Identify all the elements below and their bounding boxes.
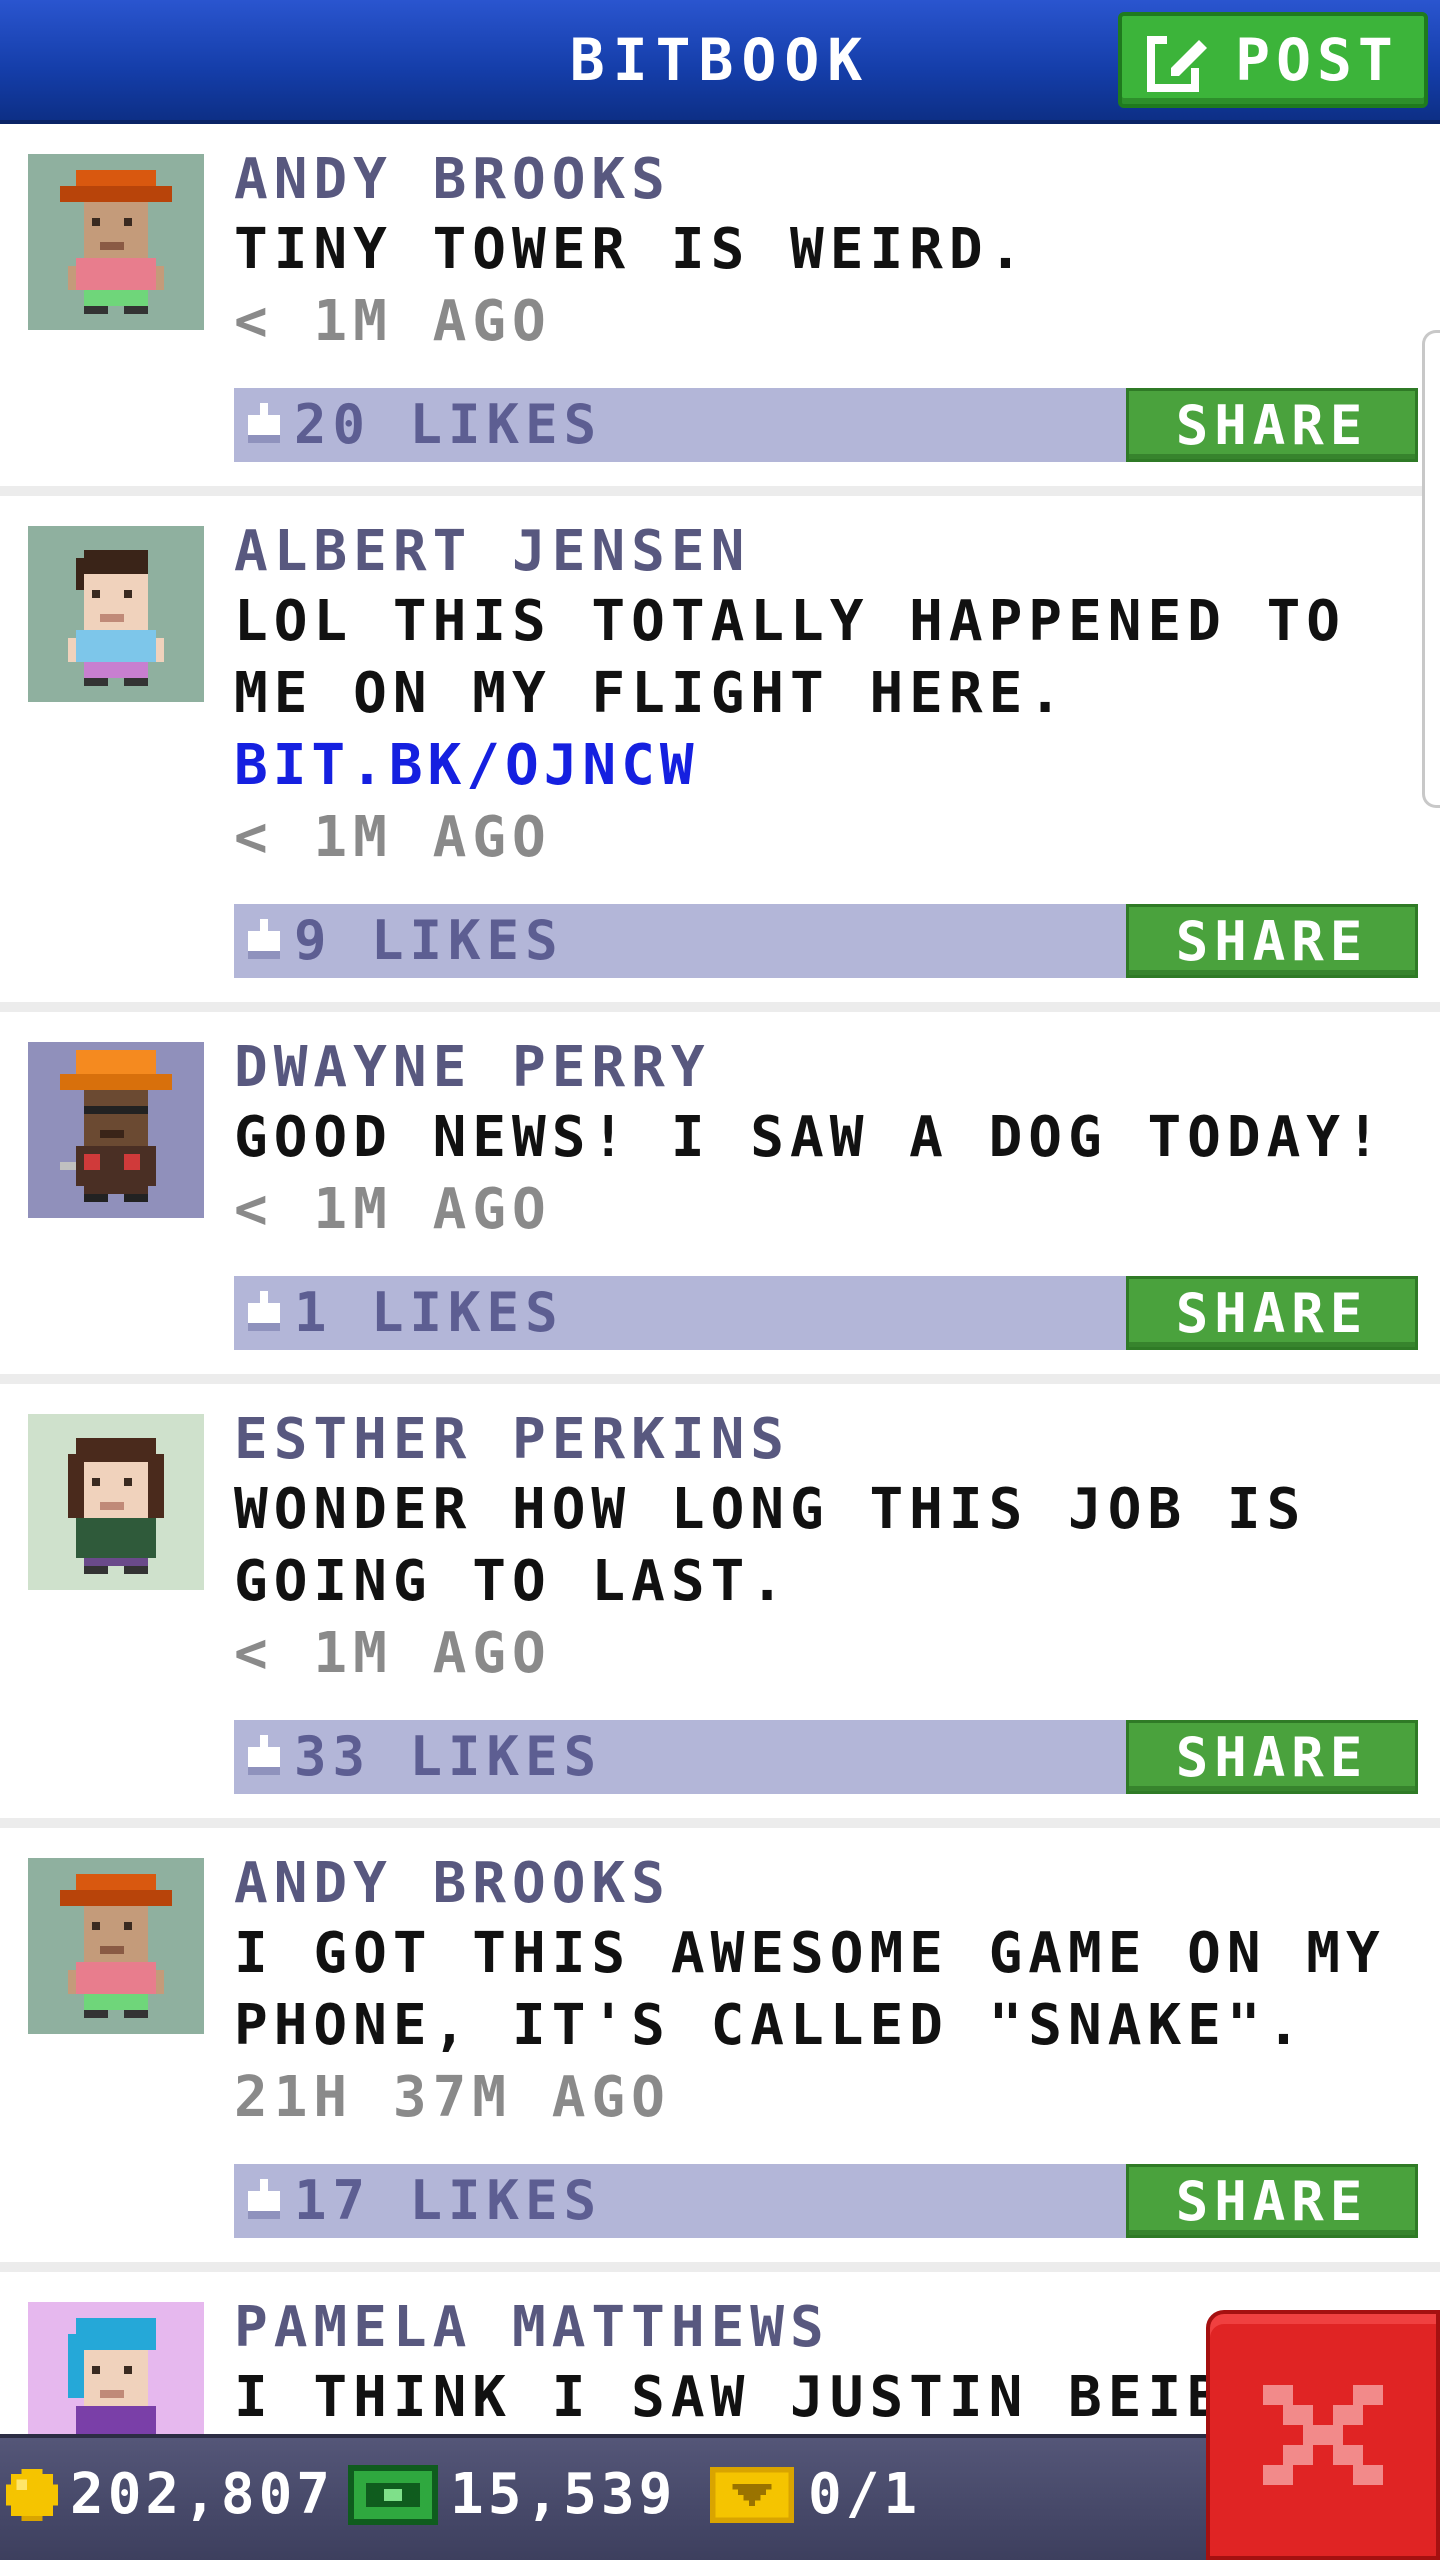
likes-count: 1 LIKES: [294, 1281, 564, 1344]
like-button[interactable]: 20 LIKES: [234, 388, 834, 462]
post-actions-bar: 1 LIKES SHARE: [234, 1276, 1418, 1350]
post-actions-bar: 17 LIKES SHARE: [234, 2164, 1418, 2238]
bux-value: 15,539: [450, 2462, 677, 2527]
post-message: GOOD NEWS! I SAW A DOG TODAY!: [234, 1105, 1386, 1170]
post-author[interactable]: DWAYNE PERRY: [234, 1034, 1414, 1102]
post-button[interactable]: POST: [1118, 12, 1428, 108]
bux-stat: 15,539: [348, 2462, 676, 2527]
vip-value: 0/1: [808, 2462, 922, 2527]
dwayne-perry-avatar: [28, 1042, 204, 1218]
close-button[interactable]: [1206, 2310, 1440, 2560]
likes-count: 33 LIKES: [294, 1725, 603, 1788]
share-button[interactable]: SHARE: [1126, 388, 1418, 462]
post-author[interactable]: ALBERT JENSEN: [234, 518, 1414, 586]
post-author[interactable]: ESTHER PERKINS: [234, 1406, 1414, 1474]
share-button[interactable]: SHARE: [1126, 1720, 1418, 1794]
share-button[interactable]: SHARE: [1126, 904, 1418, 978]
share-button[interactable]: SHARE: [1126, 2164, 1418, 2238]
post-actions-bar: 33 LIKES SHARE: [234, 1720, 1418, 1794]
thumbs-up-icon: [234, 2164, 294, 2238]
coins-stat: 202,807: [6, 2462, 334, 2527]
esther-perkins-avatar: [28, 1414, 204, 1590]
post-author[interactable]: ANDY BROOKS: [234, 1850, 1414, 1918]
post-timestamp: 21H 37M AGO: [234, 2065, 671, 2130]
tower-bux-icon: [348, 2464, 438, 2526]
pamela-matthews-avatar: [28, 2302, 204, 2434]
post-content: ANDY BROOKS TINY TOWER IS WEIRD. < 1M AG…: [234, 146, 1418, 462]
post-actions-bar: 9 LIKES SHARE: [234, 904, 1418, 978]
share-button[interactable]: SHARE: [1126, 1276, 1418, 1350]
coin-icon: [6, 2468, 58, 2521]
bitbook-screen: BITBOOK POST ANDY BROOKS TINY TOWER IS W…: [0, 0, 1440, 2560]
coins-value: 202,807: [70, 2462, 335, 2527]
post-link[interactable]: BIT.BK/OJNCW: [234, 730, 1414, 802]
post-actions-bar: 20 LIKES SHARE: [234, 388, 1418, 462]
vip-stat: 0/1: [708, 2462, 921, 2527]
post-timestamp: < 1M AGO: [234, 1621, 552, 1686]
like-button[interactable]: 17 LIKES: [234, 2164, 834, 2238]
like-button[interactable]: 9 LIKES: [234, 904, 834, 978]
like-button[interactable]: 33 LIKES: [234, 1720, 834, 1794]
likes-count: 17 LIKES: [294, 2169, 603, 2232]
post-message: TINY TOWER IS WEIRD.: [234, 217, 1029, 282]
thumbs-up-icon: [234, 1276, 294, 1350]
post-timestamp: < 1M AGO: [234, 1177, 552, 1242]
thumbs-up-icon: [234, 1720, 294, 1794]
andy-brooks-avatar: [28, 154, 204, 330]
andy-brooks-avatar: [28, 1858, 204, 2034]
scroll-indicator[interactable]: [1422, 330, 1440, 808]
post-author[interactable]: ANDY BROOKS: [234, 146, 1414, 214]
likes-count: 20 LIKES: [294, 393, 603, 456]
vip-ticket-icon: [708, 2466, 796, 2523]
news-feed[interactable]: ANDY BROOKS TINY TOWER IS WEIRD. < 1M AG…: [0, 124, 1440, 2434]
post-content: DWAYNE PERRY GOOD NEWS! I SAW A DOG TODA…: [234, 1034, 1418, 1350]
post-message: WONDER HOW LONG THIS JOB IS GOING TO LAS…: [234, 1477, 1307, 1614]
post-timestamp: < 1M AGO: [234, 289, 552, 354]
header-bar: BITBOOK POST: [0, 0, 1440, 124]
post-message: I GOT THIS AWESOME GAME ON MY PHONE, IT'…: [234, 1921, 1386, 2058]
albert-jensen-avatar: [28, 526, 204, 702]
post-content: ANDY BROOKS I GOT THIS AWESOME GAME ON M…: [234, 1850, 1418, 2238]
feed-post: ANDY BROOKS I GOT THIS AWESOME GAME ON M…: [0, 1828, 1440, 2272]
like-button[interactable]: 1 LIKES: [234, 1276, 834, 1350]
close-icon: [1253, 2365, 1393, 2505]
thumbs-up-icon: [234, 388, 294, 462]
post-button-label: POST: [1235, 26, 1399, 94]
post-content: ALBERT JENSEN LOL THIS TOTALLY HAPPENED …: [234, 518, 1418, 978]
post-timestamp: < 1M AGO: [234, 805, 552, 870]
post-content: ESTHER PERKINS WONDER HOW LONG THIS JOB …: [234, 1406, 1418, 1794]
post-message: LOL THIS TOTALLY HAPPENED TO ME ON MY FL…: [234, 589, 1347, 726]
feed-post: DWAYNE PERRY GOOD NEWS! I SAW A DOG TODA…: [0, 1012, 1440, 1384]
likes-count: 9 LIKES: [294, 909, 564, 972]
feed-post: ANDY BROOKS TINY TOWER IS WEIRD. < 1M AG…: [0, 124, 1440, 496]
thumbs-up-icon: [234, 904, 294, 978]
feed-post: ALBERT JENSEN LOL THIS TOTALLY HAPPENED …: [0, 496, 1440, 1012]
feed-post: ESTHER PERKINS WONDER HOW LONG THIS JOB …: [0, 1384, 1440, 1828]
compose-icon: [1147, 28, 1211, 92]
